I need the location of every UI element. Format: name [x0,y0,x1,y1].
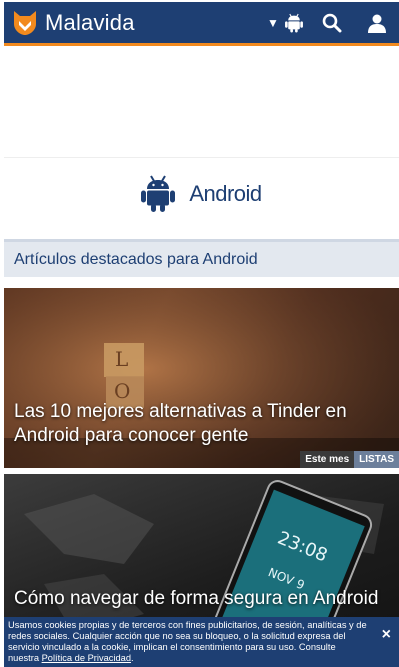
brand-logo[interactable]: Malavida [12,2,135,43]
cookie-banner: Usamos cookies propias y de terceros con… [4,617,399,667]
platform-label: Android [189,181,262,206]
search-button[interactable] [309,13,355,33]
ad-placeholder [4,47,399,158]
section-header: Artículos destacados para Android [4,239,399,277]
article-title[interactable]: Cómo navegar de forma segura en Android [14,587,389,611]
svg-text:L: L [115,347,128,371]
platform-heading: Android [4,170,399,218]
platform-selector-button[interactable]: ▼ [261,13,309,33]
android-icon [284,13,303,32]
chevron-down-icon: ▼ [267,15,279,30]
article-card[interactable]: L O Las 10 mejores alternativas a Tinder… [4,288,399,468]
article-title[interactable]: Las 10 mejores alternativas a Tinder en … [14,400,389,448]
search-icon [322,13,342,32]
date-badge: Este mes [300,451,355,468]
user-account-button[interactable] [355,13,399,33]
brand-name: Malavida [45,9,135,35]
section-title: Artículos destacados para Android [14,250,258,268]
user-icon [368,14,386,33]
close-icon[interactable]: × [382,627,391,643]
category-badge[interactable]: LISTAS [354,451,399,468]
privacy-policy-link[interactable]: Política de Privacidad [42,653,131,663]
fox-logo-icon [14,10,36,35]
cookie-text-suffix: . [131,653,134,663]
top-nav-bar: Malavida ▼ [4,2,399,46]
android-icon [141,175,176,212]
